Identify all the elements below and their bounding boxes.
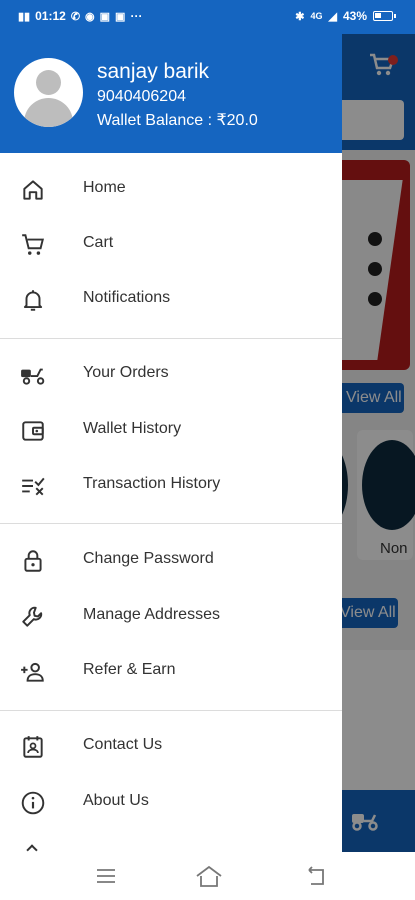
- avatar[interactable]: [14, 58, 83, 127]
- cellular-icon: ◢: [328, 10, 337, 23]
- facebook-icon: ▣: [99, 10, 111, 23]
- navigation-drawer: sanjay barik 9040406204 Wallet Balance :…: [0, 0, 342, 852]
- menu-label: Manage Addresses: [83, 606, 220, 623]
- more-notifications-icon: ···: [130, 9, 143, 23]
- menu-item-transaction-history[interactable]: Transaction History: [0, 458, 342, 513]
- gallery-icon: ▣: [115, 10, 126, 23]
- menu-item-more[interactable]: [0, 830, 342, 852]
- user-name: sanjay barik: [97, 60, 210, 83]
- menu-item-home[interactable]: Home: [0, 162, 342, 217]
- menu-label: Your Orders: [83, 364, 169, 381]
- add-person-icon: [20, 659, 46, 685]
- info-icon: [20, 790, 46, 816]
- contact-card-icon: [20, 734, 46, 760]
- divider: [0, 523, 342, 524]
- bell-icon: [20, 287, 46, 313]
- menu-label: Cart: [83, 234, 114, 251]
- battery-icon: [373, 11, 396, 21]
- menu-item-about-us[interactable]: About Us: [0, 775, 342, 830]
- menu-label: Change Password: [83, 550, 214, 567]
- menu-item-cart[interactable]: Cart: [0, 217, 342, 272]
- menu-label: About Us: [83, 792, 149, 809]
- cart-icon: [20, 232, 46, 258]
- menu-item-manage-addresses[interactable]: Manage Addresses: [0, 589, 342, 644]
- lock-icon: [20, 548, 46, 574]
- whatsapp-icon: ◉: [85, 10, 95, 23]
- signal-icon: ▮▮: [18, 10, 31, 23]
- system-navigation-bar: [0, 852, 415, 900]
- battery-percent: 43%: [342, 9, 367, 23]
- menu-label: Contact Us: [83, 736, 163, 753]
- wallet-icon: [20, 418, 46, 444]
- menu-label: Wallet History: [83, 420, 182, 437]
- wifi-icon: ✱: [295, 10, 305, 23]
- menu-item-contact-us[interactable]: Contact Us: [0, 719, 342, 774]
- network-label: 4G: [310, 11, 323, 21]
- menu-label: Refer & Earn: [83, 661, 176, 678]
- scooter-icon: [20, 362, 46, 388]
- menu-label: Home: [83, 179, 126, 196]
- menu-icon[interactable]: [94, 864, 120, 888]
- menu-label: Notifications: [83, 289, 171, 306]
- menu-item-wallet-history[interactable]: Wallet History: [0, 403, 342, 458]
- home-icon: [20, 177, 46, 203]
- divider: [0, 338, 342, 339]
- menu-item-refer-earn[interactable]: Refer & Earn: [0, 644, 342, 699]
- wrench-icon: [20, 604, 46, 630]
- status-bar: ▮▮ 01:12 ✆ ◉ ▣ ▣ ··· ✱ 4G ◢ 43%: [0, 0, 415, 34]
- chevron-up-icon: [26, 844, 38, 852]
- menu-item-your-orders[interactable]: Your Orders: [0, 347, 342, 402]
- transaction-list-icon: [20, 473, 46, 499]
- divider: [0, 710, 342, 711]
- wallet-balance: Wallet Balance : ₹20.0: [97, 112, 258, 129]
- menu-item-change-password[interactable]: Change Password: [0, 533, 342, 588]
- user-phone: 9040406204: [97, 88, 186, 105]
- notification-app-icon: ✆: [70, 10, 81, 23]
- menu-item-notifications[interactable]: Notifications: [0, 272, 342, 327]
- menu-label: Transaction History: [83, 475, 221, 492]
- clock: 01:12: [35, 9, 66, 23]
- home-nav-icon[interactable]: [195, 864, 222, 888]
- back-icon[interactable]: [305, 864, 331, 888]
